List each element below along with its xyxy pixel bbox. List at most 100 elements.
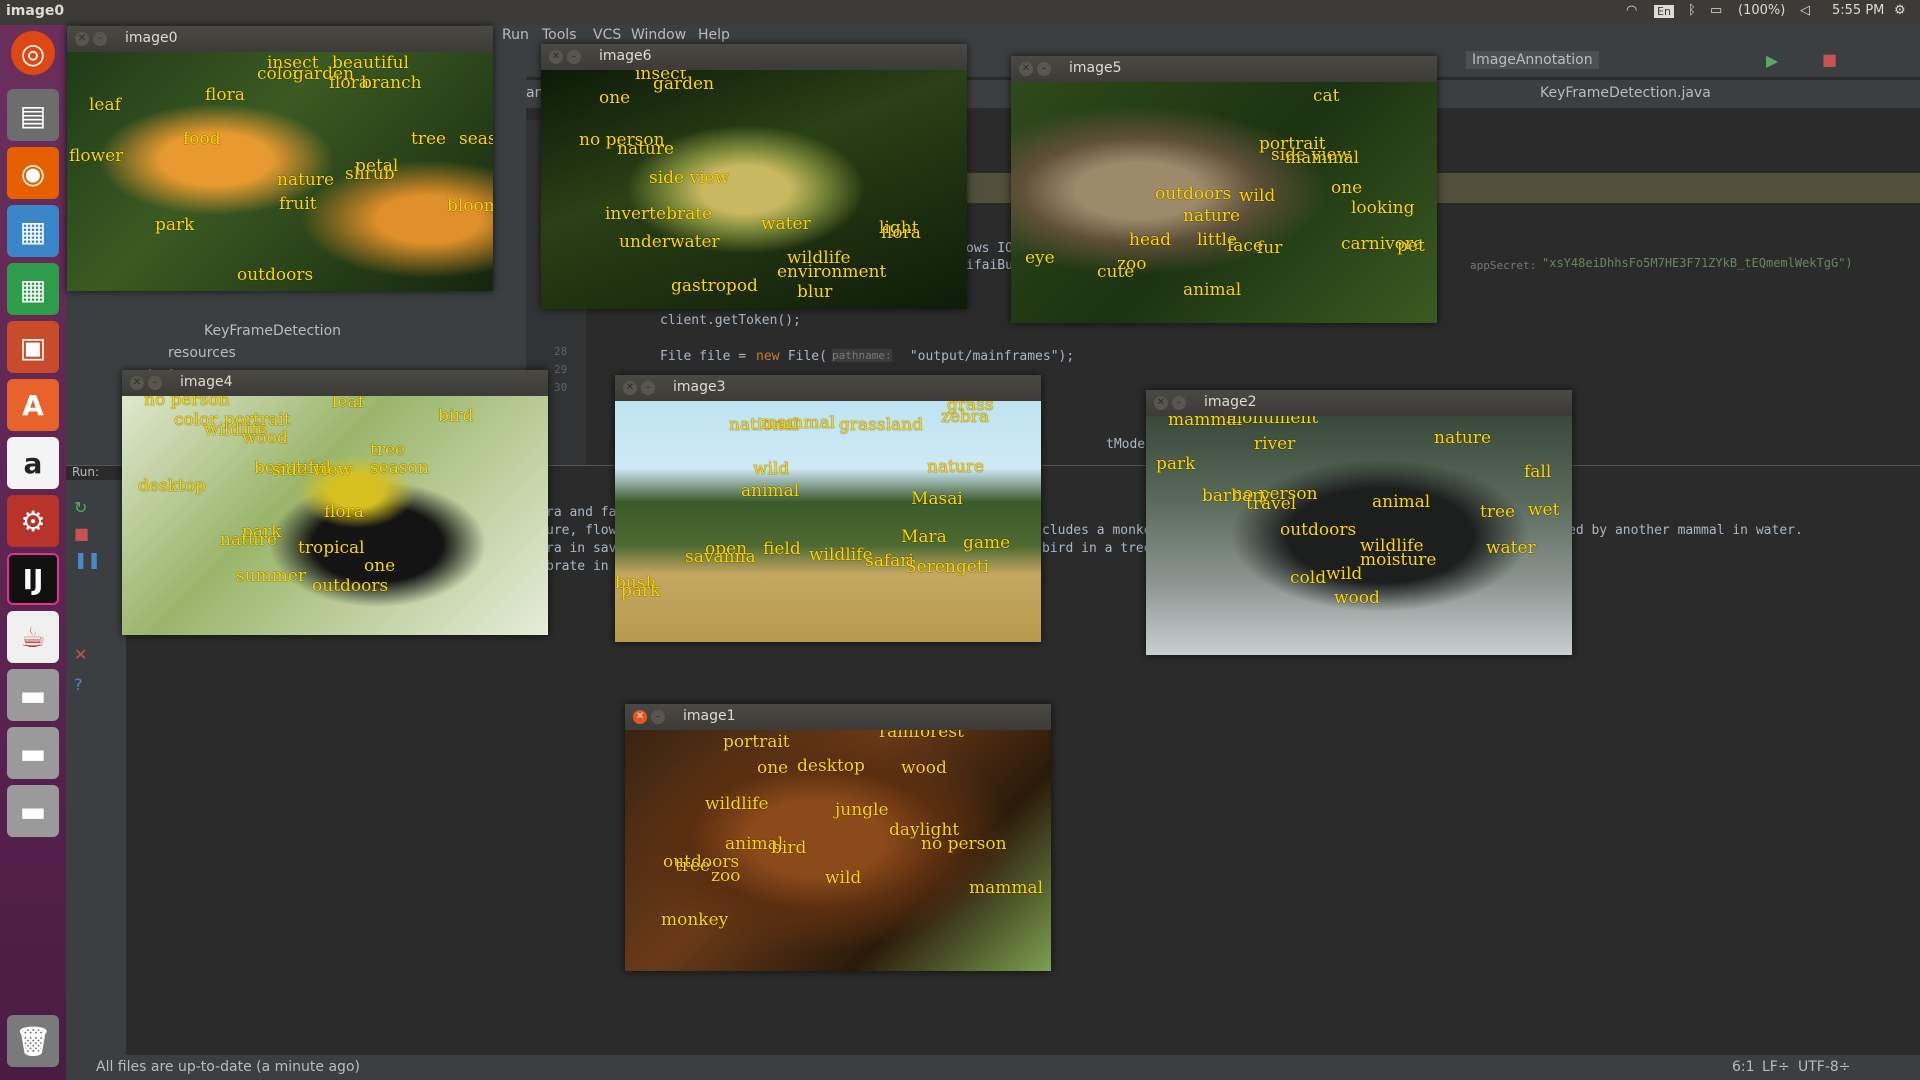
menu-help[interactable]: Help — [698, 27, 730, 43]
minimize-icon[interactable]: – — [1172, 396, 1186, 410]
volume-icon[interactable]: ◁ — [1800, 3, 1810, 18]
disk-drive-icon[interactable]: ▬ — [7, 785, 59, 837]
clock[interactable]: 5:55 PM — [1832, 3, 1884, 18]
tag: leaf — [332, 396, 364, 412]
tag: tree — [675, 856, 711, 876]
window-title: image3 — [673, 379, 726, 395]
close-icon[interactable]: ✕ — [130, 376, 144, 390]
tag: desktop — [138, 476, 206, 496]
disk-drive-icon[interactable]: ▬ — [7, 669, 59, 721]
pause-icon[interactable]: ❚❚ — [74, 550, 101, 569]
menu-vcs[interactable]: VCS — [593, 27, 621, 43]
ubuntu-dash-icon[interactable]: ◎ — [11, 31, 55, 75]
tag: outdoors — [312, 576, 389, 596]
tag: wood — [242, 428, 288, 448]
console-line: cludes a monke — [1042, 523, 1152, 538]
tag: one — [364, 556, 396, 576]
close-icon[interactable]: ✕ — [1154, 396, 1168, 410]
image-window-3[interactable]: ✕ – image3 grass national mammal grassland… — [615, 375, 1041, 642]
run-config-selector[interactable]: ImageAnnotation — [1466, 51, 1599, 69]
trash-icon[interactable]: 🗑 — [7, 1015, 59, 1067]
minimize-icon[interactable]: – — [651, 710, 665, 724]
window-title: image2 — [1204, 394, 1257, 410]
caret-position[interactable]: 6:1 — [1732, 1059, 1755, 1075]
menu-run[interactable]: Run — [502, 27, 529, 43]
spreadsheet-icon[interactable]: ▦ — [7, 263, 59, 315]
software-center-icon[interactable]: A — [7, 379, 59, 431]
code-line-30d: "output/mainframes"); — [902, 349, 1075, 364]
presentation-icon[interactable]: ▣ — [7, 321, 59, 373]
close-icon[interactable]: ✕ — [75, 32, 89, 46]
tag: portrait — [723, 732, 790, 752]
minimize-icon[interactable]: – — [1037, 62, 1051, 76]
settings-gear-icon[interactable]: ⚙ — [1894, 3, 1906, 18]
minimize-icon[interactable]: – — [641, 381, 655, 395]
tag: Masai — [911, 489, 963, 509]
tag: bird — [438, 406, 474, 426]
document-viewer-icon[interactable]: ▦ — [7, 205, 59, 257]
run-icon[interactable]: ▶ — [1766, 51, 1778, 70]
code-line-28: client.getToken(); — [660, 313, 801, 328]
intellij-icon[interactable]: IJ — [7, 553, 59, 605]
bluetooth-icon[interactable]: ᛒ — [1688, 3, 1696, 18]
tag: blur — [797, 282, 833, 302]
battery-icon[interactable]: ▭ — [1710, 3, 1722, 18]
close-run-icon[interactable]: ✕ — [74, 645, 87, 664]
menu-tools[interactable]: Tools — [542, 27, 577, 43]
tree-item-keyframedetection[interactable]: KeyFrameDetection — [204, 323, 341, 339]
image-window-4[interactable]: ✕ – image4 no person leaf color portrait w… — [122, 370, 548, 635]
tag: tree — [370, 440, 406, 460]
close-icon[interactable]: ✕ — [549, 50, 563, 64]
menu-window[interactable]: Window — [631, 27, 686, 43]
system-top-bar: image0 ◠ En ᛒ ▭ (100%) ◁ 5:55 PM ⚙ — [0, 0, 1920, 25]
tag: nature — [1183, 206, 1241, 226]
tag: garden — [653, 74, 715, 94]
tag: bloom — [447, 196, 493, 216]
tag: head — [1129, 230, 1172, 250]
keyboard-layout-indicator[interactable]: En — [1654, 5, 1674, 18]
line-separator[interactable]: LF÷ — [1762, 1059, 1790, 1075]
close-icon[interactable]: ✕ — [1019, 62, 1033, 76]
unity-launcher: ◎ ▤ ◉ ▦ ▦ ▣ A a ⚙ IJ ☕ ▬ ▬ ▬ 🗑 — [0, 25, 66, 1080]
stop-run-icon[interactable]: ■ — [74, 524, 89, 543]
firefox-icon[interactable]: ◉ — [7, 147, 59, 199]
tag: outdoors — [1155, 184, 1232, 204]
rerun-icon[interactable]: ↻ — [74, 498, 87, 517]
tag: one — [1331, 178, 1363, 198]
image-window-2[interactable]: ✕ – image2 mammal monument river nature pa… — [1146, 390, 1572, 655]
tab-keyframedetection[interactable]: KeyFrameDetection.java — [1540, 85, 1711, 101]
tag: animal — [1183, 280, 1242, 300]
minimize-icon[interactable]: – — [93, 32, 107, 46]
image-window-0[interactable]: ✕ – image0 insect beautiful color garden f… — [67, 26, 493, 291]
close-icon[interactable]: ✕ — [623, 381, 637, 395]
tag: flora — [881, 223, 921, 243]
image-window-5[interactable]: ✕ – image5 cat portrait side view mammal o… — [1011, 56, 1437, 323]
tree-item-resources[interactable]: resources — [168, 345, 236, 361]
system-settings-icon[interactable]: ⚙ — [7, 495, 59, 547]
files-icon[interactable]: ▤ — [7, 89, 59, 141]
file-encoding[interactable]: UTF-8÷ — [1798, 1059, 1851, 1075]
code-fragment: ifaiBu — [966, 258, 1013, 273]
close-icon[interactable]: ✕ — [633, 710, 647, 724]
tag: invertebrate — [605, 204, 713, 224]
tag: fruit — [279, 194, 317, 214]
tag: river — [1254, 434, 1296, 454]
minimize-icon[interactable]: – — [148, 376, 162, 390]
line-number: 30 — [554, 381, 568, 394]
disk-drive-icon[interactable]: ▬ — [7, 727, 59, 779]
tag: bird — [771, 838, 807, 858]
minimize-icon[interactable]: – — [567, 50, 581, 64]
java-icon[interactable]: ☕ — [7, 611, 59, 663]
tag: eye — [1025, 248, 1055, 268]
image-window-1[interactable]: ✕ – image1 rainforest portrait one desktop… — [625, 704, 1051, 971]
help-icon[interactable]: ? — [74, 675, 83, 694]
battery-percent[interactable]: (100%) — [1738, 3, 1785, 18]
amazon-icon[interactable]: a — [7, 437, 59, 489]
tag: wild — [753, 459, 790, 479]
wifi-icon[interactable]: ◠ — [1626, 3, 1637, 18]
param-hint-appsecret: appSecret: — [1470, 259, 1537, 272]
stop-icon[interactable]: ■ — [1822, 50, 1837, 69]
tag: cute — [1097, 262, 1135, 282]
image-window-6[interactable]: ✕ – image6 insect garden one no person nat… — [541, 44, 967, 309]
tag: wild — [825, 868, 862, 888]
